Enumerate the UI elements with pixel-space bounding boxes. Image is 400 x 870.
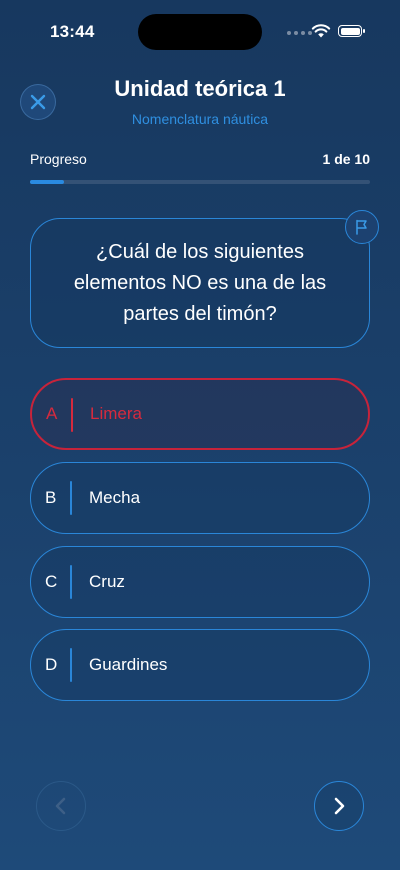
option-divider xyxy=(70,481,72,515)
option-label: Mecha xyxy=(89,488,141,507)
progress-bar xyxy=(30,180,370,184)
option-divider xyxy=(70,565,72,599)
status-bar: 13:44 xyxy=(0,0,400,60)
option-divider xyxy=(70,648,72,682)
wifi-icon xyxy=(311,24,331,38)
answer-option-c[interactable]: C Cruz xyxy=(30,546,370,618)
page-title: Unidad teórica 1 xyxy=(114,76,286,101)
status-time: 13:44 xyxy=(50,22,95,41)
question-text: ¿Cuál de los siguientes elementos NO es … xyxy=(73,240,327,325)
option-label: Cruz xyxy=(89,572,125,591)
option-label: Limera xyxy=(90,404,142,423)
page-subtitle: Nomenclatura náutica xyxy=(131,111,269,127)
answer-option-d[interactable]: D Guardines xyxy=(30,629,370,701)
option-letter: D xyxy=(45,655,58,674)
progress-label: Progreso xyxy=(30,151,87,167)
progress-count: 1 de 10 xyxy=(322,151,370,167)
dynamic-island xyxy=(138,14,262,50)
answer-option-b[interactable]: B Mecha xyxy=(30,462,370,534)
option-label: Guardines xyxy=(89,655,168,674)
chevron-left-icon xyxy=(55,797,66,815)
option-letter: C xyxy=(45,572,58,591)
option-divider xyxy=(71,398,73,432)
next-question-button[interactable] xyxy=(314,781,364,831)
previous-question-button[interactable] xyxy=(36,781,86,831)
question-card: ¿Cuál de los siguientes elementos NO es … xyxy=(30,218,370,348)
battery-icon xyxy=(338,25,365,37)
option-letter: A xyxy=(46,404,58,423)
report-flag-button[interactable] xyxy=(345,210,379,244)
progress-bar-fill xyxy=(30,180,64,184)
chevron-right-icon xyxy=(334,797,345,815)
signal-dots-icon xyxy=(287,31,312,35)
option-letter: B xyxy=(45,488,57,507)
answer-option-a[interactable]: A Limera xyxy=(30,378,370,450)
flag-icon xyxy=(356,219,367,235)
